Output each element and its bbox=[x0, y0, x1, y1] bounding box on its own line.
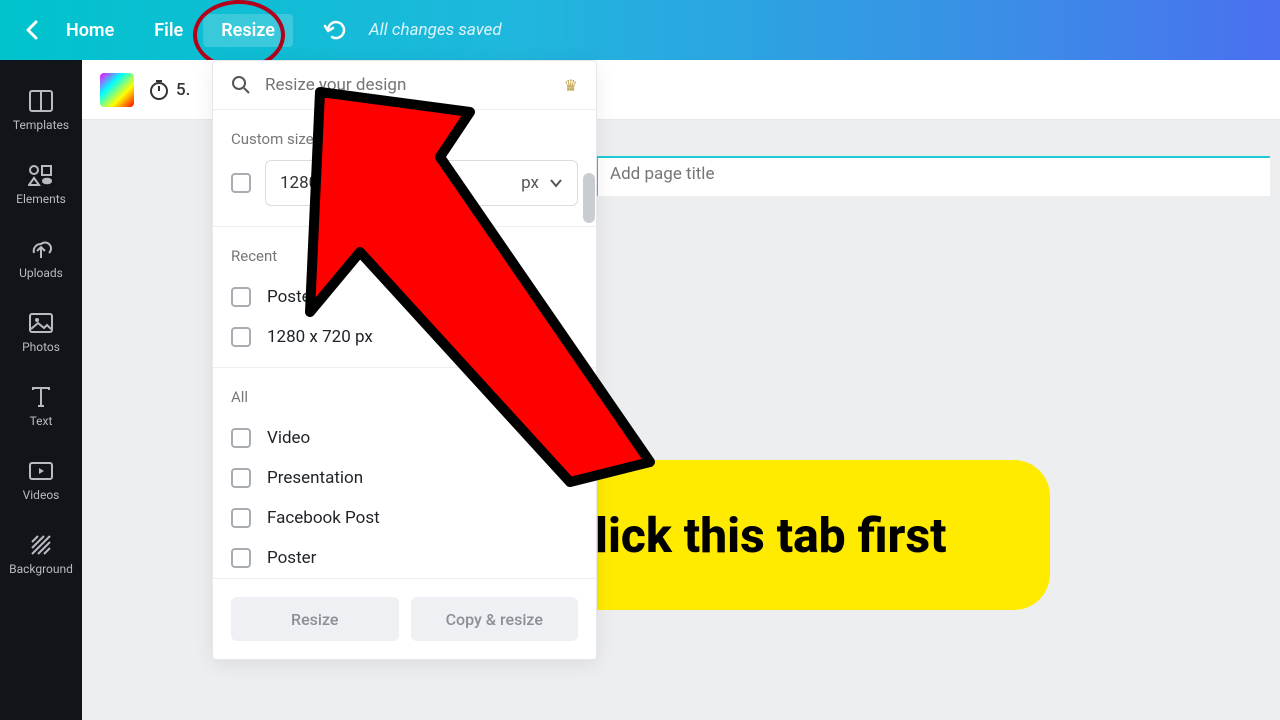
custom-size-checkbox[interactable] bbox=[231, 173, 251, 193]
sidebar-item-photos[interactable]: Photos bbox=[0, 296, 82, 370]
top-menu-bar: Home File Resize All changes saved bbox=[0, 0, 1280, 60]
all-item-facebook-post[interactable]: Facebook Post bbox=[213, 498, 596, 538]
timer-value: 5. bbox=[176, 80, 190, 100]
sidebar-item-elements[interactable]: Elements bbox=[0, 148, 82, 222]
sidebar-item-templates[interactable]: Templates bbox=[0, 74, 82, 148]
elements-icon bbox=[27, 164, 55, 186]
search-icon bbox=[231, 75, 251, 95]
sidebar-item-uploads[interactable]: Uploads bbox=[0, 222, 82, 296]
checkbox[interactable] bbox=[231, 508, 251, 528]
all-item-video[interactable]: Video bbox=[213, 418, 596, 458]
page-title-bar bbox=[596, 156, 1270, 196]
chevron-down-icon bbox=[549, 178, 563, 188]
all-item-presentation[interactable]: Presentation bbox=[213, 458, 596, 498]
list-item-label: Presentation bbox=[267, 468, 363, 488]
recent-label: Recent bbox=[213, 227, 596, 277]
unit-label: px bbox=[521, 173, 539, 193]
checkbox[interactable] bbox=[231, 548, 251, 568]
photos-icon bbox=[27, 312, 55, 334]
checkbox[interactable] bbox=[231, 287, 251, 307]
file-menu[interactable]: File bbox=[134, 14, 203, 47]
left-sidebar: Templates Elements Uploads Photos Text V… bbox=[0, 60, 82, 720]
text-icon bbox=[27, 386, 55, 408]
resize-button[interactable]: Resize bbox=[231, 597, 399, 641]
list-item-label: Poster bbox=[267, 287, 316, 307]
sidebar-item-label: Text bbox=[30, 414, 53, 428]
resize-menu[interactable]: Resize bbox=[203, 14, 293, 47]
checkbox[interactable] bbox=[231, 468, 251, 488]
sidebar-item-label: Background bbox=[9, 562, 73, 576]
list-item-label: Facebook Post bbox=[267, 508, 380, 528]
checkbox[interactable] bbox=[231, 327, 251, 347]
resize-search-row: ♛ bbox=[213, 61, 596, 110]
all-label: All bbox=[213, 368, 596, 418]
custom-size-row: 1280 px bbox=[213, 160, 596, 227]
undo-icon[interactable] bbox=[323, 19, 349, 41]
sidebar-item-text[interactable]: Text bbox=[0, 370, 82, 444]
resize-search-input[interactable] bbox=[265, 75, 550, 95]
sidebar-item-label: Templates bbox=[13, 118, 69, 132]
checkbox[interactable] bbox=[231, 428, 251, 448]
videos-icon bbox=[27, 460, 55, 482]
all-item-poster[interactable]: Poster bbox=[213, 538, 596, 578]
sidebar-item-label: Photos bbox=[22, 340, 60, 354]
sidebar-item-label: Elements bbox=[16, 192, 66, 206]
resize-menu-label: Resize bbox=[221, 20, 275, 41]
recent-item-1280x720[interactable]: 1280 x 720 px bbox=[213, 317, 596, 357]
save-status: All changes saved bbox=[369, 20, 502, 40]
annotation-text: Click this tab first bbox=[564, 507, 947, 564]
back-icon[interactable] bbox=[18, 20, 46, 40]
crown-icon: ♛ bbox=[564, 76, 578, 95]
custom-size-input[interactable]: 1280 px bbox=[265, 160, 578, 206]
list-item-label: Video bbox=[267, 428, 310, 448]
home-menu[interactable]: Home bbox=[46, 14, 134, 47]
templates-icon bbox=[27, 90, 55, 112]
background-icon bbox=[27, 534, 55, 556]
custom-size-label: Custom size bbox=[213, 110, 596, 160]
recent-item-poster[interactable]: Poster bbox=[213, 277, 596, 317]
resize-dropdown-panel: ♛ Custom size 1280 px Recent Poster 1280… bbox=[212, 60, 597, 660]
sidebar-item-label: Uploads bbox=[19, 266, 63, 280]
timer-control[interactable]: 5. bbox=[148, 79, 190, 101]
color-swatch-icon[interactable] bbox=[100, 73, 134, 107]
custom-size-value: 1280 bbox=[280, 173, 318, 193]
uploads-icon bbox=[27, 238, 55, 260]
page-title-input[interactable] bbox=[610, 164, 1258, 184]
sidebar-item-videos[interactable]: Videos bbox=[0, 444, 82, 518]
scrollbar-thumb[interactable] bbox=[583, 173, 595, 223]
copy-resize-button[interactable]: Copy & resize bbox=[411, 597, 579, 641]
sidebar-item-label: Videos bbox=[23, 488, 60, 502]
list-item-label: 1280 x 720 px bbox=[267, 327, 373, 347]
sidebar-item-background[interactable]: Background bbox=[0, 518, 82, 592]
list-item-label: Poster bbox=[267, 548, 316, 568]
resize-panel-footer: Resize Copy & resize bbox=[213, 578, 596, 659]
